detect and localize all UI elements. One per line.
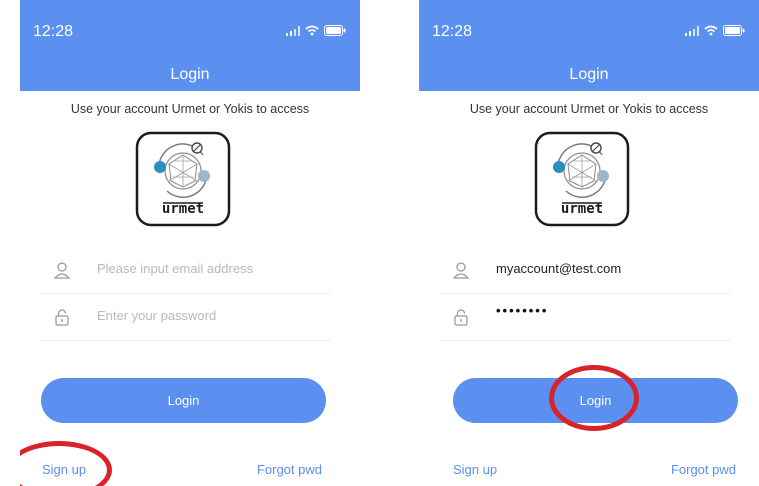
password-field[interactable]: •••••••• [439, 294, 730, 341]
annotation-circle-sign-up [20, 441, 112, 486]
email-input[interactable]: Please input email address [97, 261, 253, 276]
page-title: Login [170, 66, 210, 83]
login-screen-empty: 12:28 Login Use your account Urmet or Yo… [20, 0, 360, 486]
page-title: Login [569, 66, 609, 83]
app-header: 12:28 Login [419, 0, 759, 91]
user-icon [53, 262, 71, 279]
status-icons [685, 25, 745, 36]
signal-icon [286, 25, 300, 36]
subtitle: Use your account Urmet or Yokis to acces… [70, 102, 310, 116]
wifi-icon [704, 25, 718, 36]
urmet-logo: urmet [534, 131, 630, 227]
subtitle: Use your account Urmet or Yokis to acces… [469, 102, 709, 116]
battery-icon [324, 25, 346, 36]
signal-icon [685, 25, 699, 36]
login-button-label: Login [167, 393, 200, 408]
password-input[interactable]: Enter your password [97, 308, 216, 323]
login-button[interactable]: Login [41, 378, 326, 423]
email-field[interactable]: Please input email address [40, 247, 331, 294]
email-input[interactable]: myaccount@test.com [496, 261, 621, 276]
lock-icon [454, 309, 468, 326]
password-field[interactable]: Enter your password [40, 294, 331, 341]
lock-icon [55, 309, 69, 326]
user-icon [452, 262, 470, 279]
forgot-password-link[interactable]: Forgot pwd [671, 462, 736, 477]
sign-up-link[interactable]: Sign up [453, 462, 497, 477]
urmet-logo: urmet [135, 131, 231, 227]
password-input[interactable]: •••••••• [496, 303, 548, 318]
battery-icon [723, 25, 745, 36]
wifi-icon [305, 25, 319, 36]
email-field[interactable]: myaccount@test.com [439, 247, 730, 294]
app-header: 12:28 Login [20, 0, 360, 91]
login-screen-filled: 12:28 Login Use your account Urmet or Yo… [419, 0, 759, 486]
status-time: 12:28 [432, 23, 473, 40]
annotation-circle-login [549, 365, 639, 431]
status-icons [286, 25, 346, 36]
status-time: 12:28 [33, 23, 74, 40]
forgot-password-link[interactable]: Forgot pwd [257, 462, 322, 477]
